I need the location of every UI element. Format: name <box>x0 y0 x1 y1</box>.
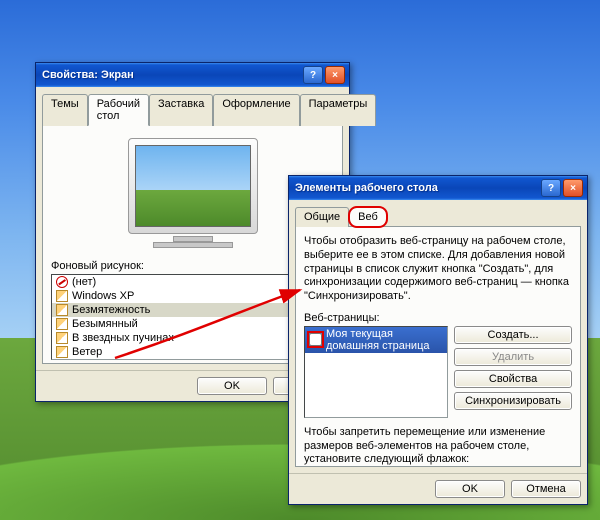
ok-button[interactable]: OK <box>435 480 505 498</box>
lock-intro-text: Чтобы запретить перемещение или изменени… <box>304 426 572 467</box>
preview-monitor <box>118 138 268 248</box>
delete-button[interactable]: Удалить <box>454 348 572 366</box>
tab-general[interactable]: Общие <box>295 207 349 227</box>
close-button[interactable]: × <box>563 179 583 197</box>
tab-web[interactable]: Веб <box>349 207 387 227</box>
tab-appearance[interactable]: Оформление <box>213 94 299 126</box>
tabs: Общие Веб <box>295 206 581 226</box>
help-button[interactable]: ? <box>541 179 561 197</box>
cancel-button[interactable]: Отмена <box>511 480 581 498</box>
window-title: Элементы рабочего стола <box>295 182 539 194</box>
webpages-label: Веб-страницы: <box>304 312 572 324</box>
tab-panel: Чтобы отобразить веб-страницу на рабочем… <box>295 226 581 467</box>
bmp-icon <box>56 304 68 316</box>
webpage-row[interactable]: Моя текущая домашняя страница <box>305 327 447 353</box>
webpage-label: Моя текущая домашняя страница <box>326 328 443 352</box>
bmp-icon <box>56 332 68 344</box>
webpage-checkbox[interactable] <box>309 333 322 346</box>
list-item-label: (нет) <box>72 276 96 288</box>
bmp-icon <box>56 290 68 302</box>
webpages-listbox[interactable]: Моя текущая домашняя страница <box>304 326 448 418</box>
tab-settings[interactable]: Параметры <box>300 94 377 126</box>
side-buttons: Создать... Удалить Свойства Синхронизиро… <box>454 326 572 410</box>
description-text: Чтобы отобразить веб-страницу на рабочем… <box>304 235 572 304</box>
list-item-label: Windows XP <box>72 290 134 302</box>
properties-button[interactable]: Свойства <box>454 370 572 388</box>
titlebar[interactable]: Свойства: Экран ? × <box>36 63 349 87</box>
dialog-buttons: OK Отмена <box>289 473 587 504</box>
list-item-label: Безымянный <box>72 318 138 330</box>
tab-screensaver[interactable]: Заставка <box>149 94 213 126</box>
bmp-icon <box>56 346 68 358</box>
list-item-label: В звездных пучинах <box>72 332 174 344</box>
sync-button[interactable]: Синхронизировать <box>454 392 572 410</box>
tab-desktop[interactable]: Рабочий стол <box>88 94 149 126</box>
create-button[interactable]: Создать... <box>454 326 572 344</box>
close-button[interactable]: × <box>325 66 345 84</box>
tab-themes[interactable]: Темы <box>42 94 88 126</box>
list-item-label: Безмятежность <box>72 304 150 316</box>
ok-button[interactable]: OK <box>197 377 267 395</box>
none-icon <box>56 276 68 288</box>
desktop-items-window: Элементы рабочего стола ? × Общие Веб Чт… <box>288 175 588 505</box>
help-button[interactable]: ? <box>303 66 323 84</box>
bmp-icon <box>56 318 68 330</box>
titlebar[interactable]: Элементы рабочего стола ? × <box>289 176 587 200</box>
tabs: Темы Рабочий стол Заставка Оформление Па… <box>42 93 343 125</box>
window-title: Свойства: Экран <box>42 69 301 81</box>
list-item-label: Ветер <box>72 346 102 358</box>
